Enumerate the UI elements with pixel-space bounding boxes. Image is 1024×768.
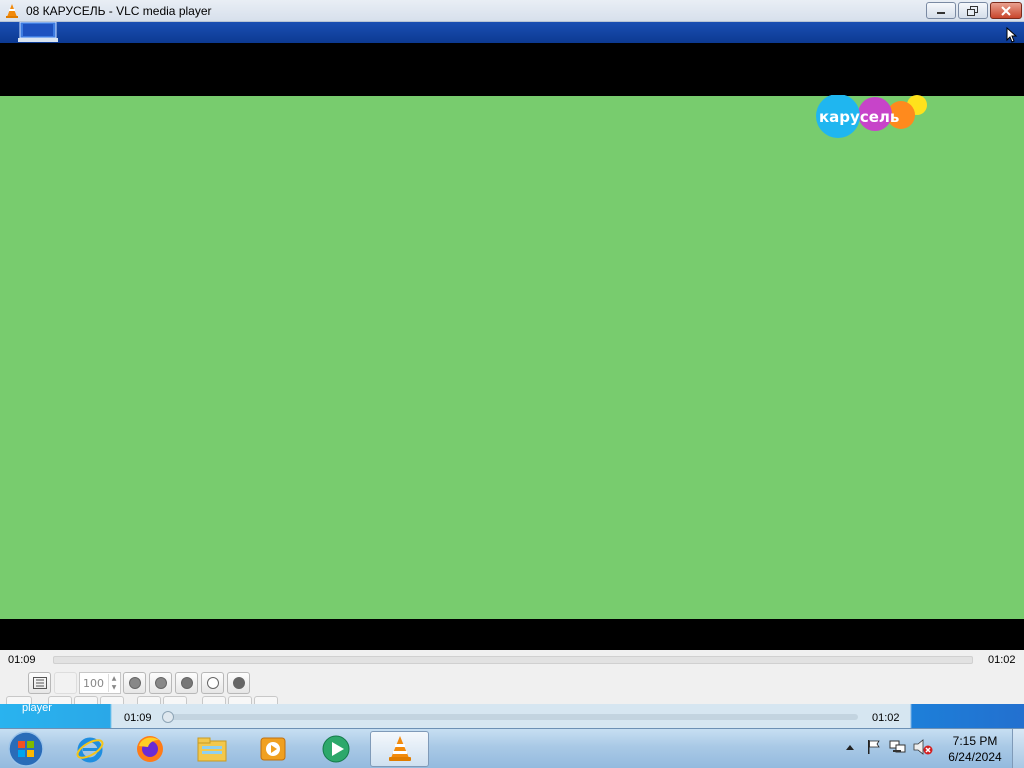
volume-tray-icon[interactable] [912,733,934,761]
taskbar-internet-explorer[interactable] [64,731,116,767]
flag-icon [868,740,880,754]
circle-icon [232,677,245,689]
vlc-cone-icon [388,736,411,761]
volume-value: 100 [83,676,104,690]
control-button-5[interactable] [227,672,250,694]
disabled-button [54,672,77,694]
seek-bar-row: 01:09 01:02 [0,650,1024,670]
control-button-3[interactable] [175,672,198,694]
circle-icon [180,677,193,689]
media-player-icon [260,737,286,761]
close-button[interactable] [990,2,1022,19]
circle-icon [154,677,167,689]
show-hidden-icons-button[interactable] [844,733,856,761]
window-title: 08 КАРУСЕЛЬ - VLC media player [26,3,212,18]
start-button[interactable] [6,731,46,767]
circle-icon [128,677,141,689]
minimize-icon [937,11,945,14]
speaker-muted-icon [913,739,933,755]
control-button-2[interactable] [149,672,172,694]
video-letterbox-top [0,43,1024,96]
monitor-icon [18,22,58,42]
internet-explorer-icon [76,737,104,763]
playlist-button[interactable] [28,672,51,694]
firefox-icon [137,736,163,762]
remaining-time: 01:02 [988,654,1016,666]
mini-seek-handle[interactable] [162,711,174,723]
minimize-button[interactable] [926,2,956,19]
control-button-1[interactable] [123,672,146,694]
mini-player-label: player [22,702,52,714]
clock-date: 6/24/2024 [948,750,1002,764]
vlc-cone-icon [6,3,18,18]
channel-logo-text: карусель [819,108,899,126]
taskbar: 7:15 PM 6/24/2024 [0,728,1024,768]
clock-time: 7:15 PM [952,734,998,748]
mini-seek-slider[interactable] [168,714,858,720]
window-controls [926,2,1022,19]
taskbar-clock[interactable]: 7:15 PM 6/24/2024 [940,733,1010,765]
taskbar-media-player[interactable] [247,731,299,767]
network-icon [889,740,906,753]
overlay-strip [0,22,1024,43]
folder-icon [197,737,227,762]
action-center-flag[interactable] [864,733,884,761]
taskbar-file-explorer[interactable] [186,731,238,767]
spin-arrows-icon[interactable]: ▲ ▼ [108,674,119,692]
video-letterbox-bottom [0,619,1024,650]
seek-slider[interactable] [53,656,973,664]
mouse-cursor-icon [1006,27,1018,43]
volume-spinbox[interactable]: 100 ▲ ▼ [79,672,121,694]
close-icon [1001,5,1011,16]
mini-elapsed-time: 01:09 [124,712,152,724]
circle-outline-icon [206,677,219,689]
elapsed-time: 01:09 [8,654,36,666]
chevron-up-icon [846,745,854,750]
restore-icon [967,5,978,16]
title-bar[interactable]: 08 КАРУСЕЛЬ - VLC media player [0,0,1024,22]
video-area[interactable] [0,96,1024,619]
control-button-4[interactable] [201,672,224,694]
playlist-icon [32,677,47,689]
taskbar-vlc[interactable] [370,731,429,767]
channel-logo: карусель [805,95,927,138]
network-tray-icon[interactable] [888,733,908,761]
mini-remaining-time: 01:02 [872,712,900,724]
media-center-icon [322,735,350,763]
taskbar-firefox[interactable] [124,731,176,767]
taskbar-media-center[interactable] [310,731,362,767]
show-desktop-button[interactable] [1012,729,1024,768]
restore-button[interactable] [958,2,988,19]
mini-player-strip: player 01:09 01:02 [0,702,1024,728]
